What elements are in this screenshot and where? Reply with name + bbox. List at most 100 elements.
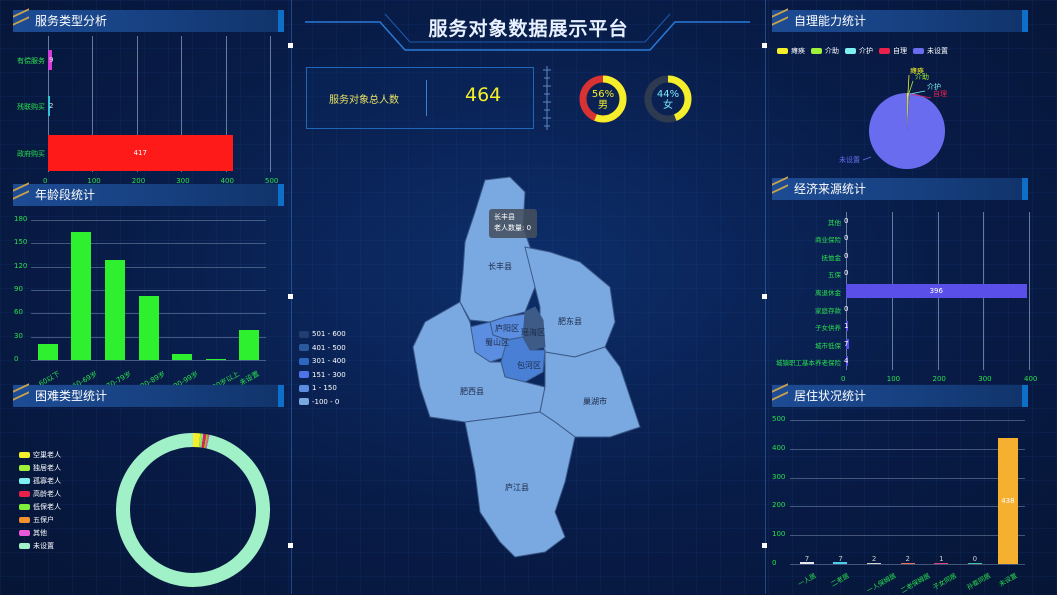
legend-item[interactable]: 自理 bbox=[879, 46, 907, 56]
donut-slice[interactable] bbox=[123, 440, 263, 580]
legend-item[interactable]: 未设置 bbox=[19, 541, 54, 551]
legend-item[interactable]: 独居老人 bbox=[19, 463, 61, 473]
y-tick-label: 150 bbox=[14, 238, 27, 246]
map-legend-item[interactable]: 151 - 300 bbox=[299, 371, 346, 379]
legend-swatch bbox=[299, 398, 309, 405]
map-tooltip-value: 老人数量: 0 bbox=[494, 223, 532, 234]
y-tick-label: 180 bbox=[14, 215, 27, 223]
legend-label: 151 - 300 bbox=[312, 371, 346, 379]
self-care-pie: 瘫痪介助介护自理未设置 bbox=[835, 65, 975, 175]
label-chaohu: 巢湖市 bbox=[583, 396, 607, 406]
difficulty-donut bbox=[113, 430, 273, 590]
category-label: 离退休金 bbox=[815, 287, 841, 297]
legend-item[interactable]: 介助 bbox=[811, 46, 839, 56]
y-tick-label: 60 bbox=[14, 308, 23, 316]
legend-item[interactable]: 高龄老人 bbox=[19, 489, 61, 499]
y-tick-label: 120 bbox=[14, 262, 27, 270]
map-legend-item[interactable]: 401 - 500 bbox=[299, 344, 346, 352]
bar-value: 7 bbox=[838, 555, 842, 563]
bar[interactable] bbox=[139, 296, 159, 360]
legend-item[interactable]: 介护 bbox=[845, 46, 873, 56]
panel-title-income: 经济来源统计 bbox=[772, 178, 1028, 200]
map-legend-item[interactable]: 301 - 400 bbox=[299, 357, 346, 365]
divider-marker bbox=[762, 294, 767, 299]
y-tick-label: 0 bbox=[14, 355, 18, 363]
pie-leader-line bbox=[909, 81, 913, 93]
panel-title-difficulty: 困难类型统计 bbox=[13, 385, 284, 407]
legend-swatch bbox=[19, 504, 30, 510]
legend-label: 301 - 400 bbox=[312, 357, 346, 365]
title-deco-icon bbox=[772, 176, 788, 193]
y-tick-label: 100 bbox=[772, 530, 785, 538]
legend-label: 其他 bbox=[33, 528, 47, 538]
grid-line bbox=[31, 243, 266, 244]
category-label: 残联购买 bbox=[17, 102, 45, 112]
pie-leader-line bbox=[863, 157, 871, 160]
legend-label: 五保户 bbox=[33, 515, 54, 525]
category-label: 商业保险 bbox=[815, 234, 841, 244]
legend-label: 自理 bbox=[893, 46, 907, 56]
divider-marker bbox=[288, 294, 293, 299]
grid-line bbox=[31, 290, 266, 291]
panel-title-self-care: 自理能力统计 bbox=[772, 10, 1028, 32]
legend-item[interactable]: 空巢老人 bbox=[19, 450, 61, 460]
grid-line bbox=[790, 478, 1025, 479]
bar-value: 438 bbox=[1001, 497, 1014, 505]
category-label: 抚恤金 bbox=[822, 252, 842, 262]
grid-line bbox=[790, 564, 1025, 565]
bar-value: 7 bbox=[844, 340, 848, 348]
bar-value: 0 bbox=[844, 269, 848, 277]
bar[interactable] bbox=[172, 354, 192, 360]
legend-item[interactable]: 未设置 bbox=[913, 46, 948, 56]
grid-line bbox=[790, 449, 1025, 450]
pie-leader-line bbox=[908, 75, 909, 93]
legend-item[interactable]: 低保老人 bbox=[19, 502, 61, 512]
legend-item[interactable]: 瘫痪 bbox=[777, 46, 805, 56]
legend-label: 低保老人 bbox=[33, 502, 61, 512]
y-tick-label: 200 bbox=[772, 501, 785, 509]
legend-item[interactable]: 五保户 bbox=[19, 515, 54, 525]
map-legend-item[interactable]: -100 - 0 bbox=[299, 398, 339, 406]
legend-item[interactable]: 孤寡老人 bbox=[19, 476, 61, 486]
legend-swatch bbox=[19, 478, 30, 484]
pie-slice[interactable] bbox=[869, 93, 945, 169]
legend-label: 401 - 500 bbox=[312, 344, 346, 352]
map-legend-item[interactable]: 1 - 150 bbox=[299, 384, 337, 392]
grid-line bbox=[790, 420, 1025, 421]
ruler-decoration bbox=[540, 66, 554, 130]
bar[interactable] bbox=[71, 232, 91, 360]
legend-swatch bbox=[299, 358, 309, 365]
label-baohe: 包河区 bbox=[517, 360, 541, 370]
pie-label: 介助 bbox=[915, 72, 929, 81]
legend-item[interactable]: 其他 bbox=[19, 528, 47, 538]
bar-value: 1 bbox=[844, 322, 848, 330]
category-label: 城镇职工基本养老保险 bbox=[776, 357, 841, 367]
total-count-value: 464 bbox=[465, 84, 501, 106]
bar[interactable] bbox=[38, 344, 58, 360]
bar[interactable] bbox=[206, 359, 226, 360]
category-label: 子女供养 bbox=[815, 322, 841, 332]
legend-label: 未设置 bbox=[927, 46, 948, 56]
gender-label: 女 bbox=[663, 98, 673, 111]
bar-value: 4 bbox=[844, 357, 848, 365]
legend-swatch bbox=[19, 543, 30, 549]
label-lujiang: 庐江县 bbox=[505, 482, 529, 492]
district-changfeng[interactable] bbox=[460, 177, 535, 322]
x-tick-label: 300 bbox=[978, 375, 991, 383]
bar[interactable] bbox=[105, 260, 125, 360]
map-legend-item[interactable]: 501 - 600 bbox=[299, 330, 346, 338]
bar[interactable] bbox=[239, 330, 259, 360]
legend-swatch bbox=[19, 517, 30, 523]
legend-label: 1 - 150 bbox=[312, 384, 337, 392]
label-feidong: 肥东县 bbox=[558, 316, 582, 326]
gender-pct: 44% bbox=[657, 89, 679, 100]
y-tick-label: 30 bbox=[14, 332, 23, 340]
category-label: 其他 bbox=[828, 217, 841, 227]
x-tick-label: 100 bbox=[887, 375, 900, 383]
legend-swatch bbox=[299, 344, 309, 351]
legend-swatch bbox=[299, 331, 309, 338]
legend-label: 介护 bbox=[859, 46, 873, 56]
legend-swatch bbox=[913, 48, 924, 54]
title-deco-icon bbox=[13, 383, 29, 400]
legend-label: 高龄老人 bbox=[33, 489, 61, 499]
